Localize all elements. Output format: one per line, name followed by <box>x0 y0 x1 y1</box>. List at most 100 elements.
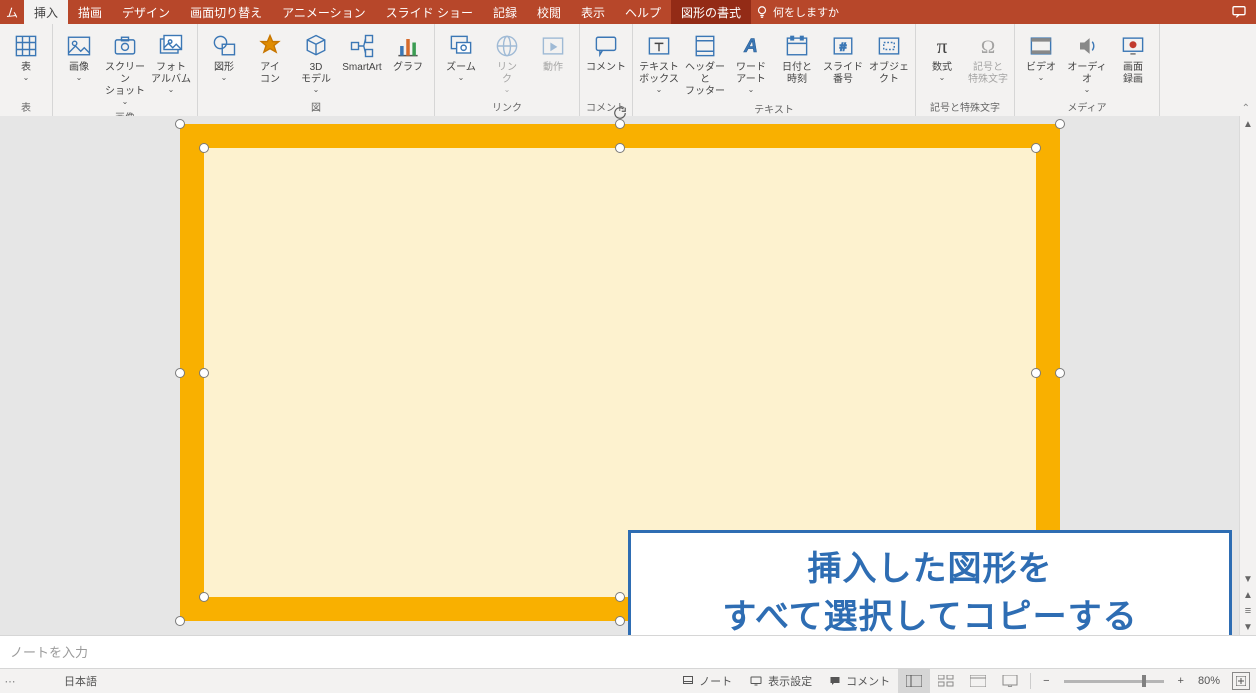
tab-insert[interactable]: 挿入 <box>24 0 68 24</box>
display-settings-button[interactable]: 表示設定 <box>740 669 820 693</box>
album-icon <box>155 30 187 62</box>
screenrec-label: 画面録画 <box>1123 62 1143 86</box>
tab-bar: ム 挿入 描画 デザイン 画面切り替え アニメーション スライド ショー 記録 … <box>0 0 1256 24</box>
equation-button[interactable]: π 数式⌄ <box>920 28 964 88</box>
selection-handle[interactable] <box>615 143 625 153</box>
next-slide-button[interactable]: ▼ <box>1240 619 1256 635</box>
image-label: 画像⌄ <box>69 62 89 86</box>
ribbon-group: ズーム⌄リンク⌄動作リンク <box>435 24 580 116</box>
ribbon-group: コメントコメント <box>580 24 633 116</box>
zoom-out-button[interactable]: − <box>1035 669 1057 693</box>
chart-icon <box>392 30 424 62</box>
tell-me[interactable]: 何をしますか <box>755 0 839 24</box>
tab-slideshow[interactable]: スライド ショー <box>376 0 483 24</box>
screenshot-button[interactable]: スクリーンショット⌄ <box>103 28 147 108</box>
rotate-handle[interactable] <box>613 106 627 120</box>
notes-toggle[interactable]: ノート <box>673 669 740 693</box>
tab-help[interactable]: ヘルプ <box>615 0 671 24</box>
screenshot-label: スクリーンショット⌄ <box>103 62 147 106</box>
video-button[interactable]: ビデオ⌄ <box>1019 28 1063 88</box>
chevron-down-icon: ⌄ <box>23 74 30 82</box>
selection-handle[interactable] <box>1031 143 1041 153</box>
selection-handle[interactable] <box>199 143 209 153</box>
normal-view-button[interactable] <box>898 669 930 693</box>
table-label: 表⌄ <box>21 62 31 86</box>
datetime-button[interactable]: 日付と時刻 <box>775 28 819 88</box>
slide-editor[interactable]: 挿入した図形を すべて選択してコピーする <box>0 116 1240 635</box>
scroll-down-arrow[interactable]: ▼ <box>1240 571 1256 587</box>
sorter-view-button[interactable] <box>930 669 962 693</box>
action-label: 動作 <box>543 62 563 86</box>
object-label: オブジェクト <box>867 62 911 86</box>
ribbon: 表⌄表画像⌄スクリーンショット⌄フォトアルバム⌄画像図形⌄アイコン3Dモデル⌄S… <box>0 24 1256 117</box>
selection-handle[interactable] <box>175 368 185 378</box>
tab-draw[interactable]: 描画 <box>68 0 112 24</box>
notes-pane[interactable]: ノートを入力 <box>0 635 1256 669</box>
tab-design[interactable]: デザイン <box>112 0 180 24</box>
tab-review[interactable]: 校閲 <box>527 0 571 24</box>
ribbon-group: 表⌄表 <box>0 24 53 116</box>
prev-slide-button[interactable]: ▲ <box>1240 587 1256 603</box>
zoom-value[interactable]: 80% <box>1198 675 1220 687</box>
shapes-button[interactable]: 図形⌄ <box>202 28 246 88</box>
table-button[interactable]: 表⌄ <box>4 28 48 88</box>
collapse-ribbon-button[interactable]: ⌃ <box>1242 103 1250 114</box>
language-indicator[interactable]: 日本語 <box>64 673 97 689</box>
slidenum-button[interactable]: #スライド番号 <box>821 28 865 88</box>
comments-toggle[interactable]: コメント <box>820 669 898 693</box>
shapes-icon <box>208 30 240 62</box>
zoom-slider-thumb[interactable] <box>1142 675 1146 687</box>
tab-home-partial[interactable]: ム <box>0 0 24 24</box>
tab-record[interactable]: 記録 <box>483 0 527 24</box>
audio-button[interactable]: オーディオ⌄ <box>1065 28 1109 96</box>
selection-handle[interactable] <box>199 592 209 602</box>
tab-transitions[interactable]: 画面切り替え <box>180 0 272 24</box>
wordart-button[interactable]: Aワードアート⌄ <box>729 28 773 96</box>
selection-handle[interactable] <box>199 368 209 378</box>
tab-view[interactable]: 表示 <box>571 0 615 24</box>
headerfooter-button[interactable]: ヘッダーとフッター <box>683 28 727 100</box>
textbox-button[interactable]: テキストボックス⌄ <box>637 28 681 96</box>
notes-placeholder: ノートを入力 <box>10 645 88 660</box>
icons-label: アイコン <box>260 62 280 86</box>
chart-button[interactable]: グラフ <box>386 28 430 88</box>
comments-pane-button[interactable] <box>1230 0 1248 24</box>
datetime-icon <box>781 30 813 62</box>
object-button[interactable]: オブジェクト <box>867 28 911 88</box>
image-button[interactable]: 画像⌄ <box>57 28 101 88</box>
album-label: フォトアルバム⌄ <box>151 62 191 94</box>
link-icon <box>491 30 523 62</box>
tab-shape-format[interactable]: 図形の書式 <box>671 0 751 24</box>
selection-handle[interactable] <box>175 119 185 129</box>
selection-handle[interactable] <box>1031 368 1041 378</box>
scroll-up-arrow[interactable]: ▲ <box>1240 116 1256 132</box>
svg-text:π: π <box>937 34 948 58</box>
zoom-in-button[interactable]: + <box>1170 669 1192 693</box>
screenrec-button[interactable]: 画面録画 <box>1111 28 1155 88</box>
selection-handle[interactable] <box>1055 368 1065 378</box>
vertical-scrollbar[interactable]: ▲ ▼ ▲ ≡ ▼ <box>1239 116 1256 635</box>
equation-label: 数式⌄ <box>932 62 952 86</box>
smartart-button[interactable]: SmartArt <box>340 28 384 88</box>
icons-button[interactable]: アイコン <box>248 28 292 88</box>
selection-handle[interactable] <box>1055 119 1065 129</box>
image-icon <box>63 30 95 62</box>
comment-button[interactable]: コメント <box>584 28 628 88</box>
slide-nav-menu[interactable]: ≡ <box>1240 603 1256 619</box>
zoom-slider[interactable] <box>1064 680 1164 683</box>
tab-animations[interactable]: アニメーション <box>272 0 376 24</box>
selection-handle[interactable] <box>175 616 185 626</box>
notes-icon <box>681 675 695 687</box>
chevron-down-icon: ⌄ <box>1038 74 1045 82</box>
chevron-down-icon: ⌄ <box>748 86 755 94</box>
3d-button[interactable]: 3Dモデル⌄ <box>294 28 338 96</box>
selection-handle[interactable] <box>615 119 625 129</box>
slideshow-view-button[interactable] <box>994 669 1026 693</box>
album-button[interactable]: フォトアルバム⌄ <box>149 28 193 96</box>
reading-view-button[interactable] <box>962 669 994 693</box>
selection-handle[interactable] <box>615 616 625 626</box>
zoom-button[interactable]: ズーム⌄ <box>439 28 483 88</box>
fit-to-window-button[interactable] <box>1232 672 1250 690</box>
spellcheck-icon[interactable]: ⋯ <box>0 675 20 688</box>
selection-handle[interactable] <box>615 592 625 602</box>
